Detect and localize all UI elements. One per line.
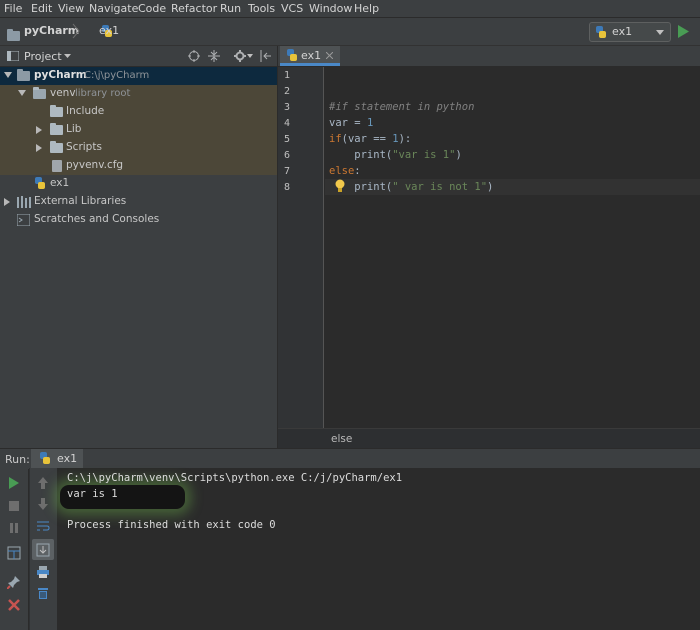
menu-window[interactable]: Window: [309, 2, 352, 15]
line-number: 3: [284, 102, 291, 113]
print-icon[interactable]: [36, 565, 50, 579]
run-tab-label: ex1: [57, 452, 78, 465]
close-icon[interactable]: [326, 52, 333, 59]
menu-code[interactable]: Code: [138, 2, 166, 15]
line-number: 5: [284, 134, 291, 145]
chevron-down-icon[interactable]: [247, 54, 253, 58]
scroll-to-end-icon: [36, 543, 50, 557]
menu-file[interactable]: File: [4, 2, 22, 15]
run-toolbar-primary: [0, 468, 28, 630]
console-command-line: C:\j\pyCharm\venv\Scripts\python.exe C:/…: [67, 472, 403, 484]
rerun-icon[interactable]: [7, 476, 21, 490]
run-config-select[interactable]: ex1: [589, 22, 671, 42]
python-file-icon: [34, 177, 46, 190]
gutter-divider: [323, 67, 324, 428]
folder-icon: [17, 69, 30, 81]
line-number: 6: [284, 150, 291, 161]
intention-bulb-icon[interactable]: [335, 179, 345, 193]
arrow-down-icon[interactable]: [36, 497, 50, 511]
run-tab-ex1[interactable]: ex1: [31, 449, 83, 469]
code-line-3: #if statement in python: [329, 101, 475, 113]
pause-icon[interactable]: [7, 521, 21, 535]
menu-help[interactable]: Help: [354, 2, 379, 15]
run-panel-label: Run:: [5, 453, 30, 466]
chevron-down-icon[interactable]: [64, 54, 71, 58]
tab-ex1[interactable]: ex1: [280, 46, 340, 66]
code-line-7: else:: [329, 165, 361, 177]
folder-icon: [33, 87, 46, 99]
line-number: 7: [284, 166, 291, 177]
code-line-6: print("var is 1"): [329, 149, 462, 161]
run-panel-header: Run: ex1: [0, 448, 700, 469]
menu-run[interactable]: Run: [220, 2, 241, 15]
menu-refactor[interactable]: Refactor: [171, 2, 217, 15]
editor-tab-bar: ex1: [278, 46, 700, 67]
folder-icon: [50, 123, 63, 135]
navigation-bar: pyCharm ex1 ex1: [0, 18, 700, 46]
locate-file-icon[interactable]: [188, 50, 200, 62]
tree-item-include[interactable]: Include: [0, 103, 277, 121]
menu-vcs[interactable]: VCS: [281, 2, 303, 15]
chevron-down-icon: [656, 30, 664, 35]
run-console[interactable]: C:\j\pyCharm\venv\Scripts\python.exe C:/…: [57, 468, 700, 630]
menu-view[interactable]: View: [58, 2, 84, 15]
stop-icon[interactable]: [7, 499, 21, 513]
console-exit-line: Process finished with exit code 0: [67, 519, 276, 531]
pin-icon[interactable]: [7, 575, 21, 589]
library-icon: [17, 196, 31, 208]
breadcrumb-item-else[interactable]: else: [331, 433, 352, 445]
menu-edit[interactable]: Edit: [31, 2, 52, 15]
tree-item-pycharm[interactable]: pyCharm C:\j\pyCharm: [0, 67, 277, 85]
menu-bar: File Edit View Navigate Code Refactor Ru…: [0, 0, 700, 18]
scroll-to-end-toggle[interactable]: [32, 539, 54, 560]
gear-icon[interactable]: [234, 50, 246, 62]
code-line-4: var = 1: [329, 117, 374, 129]
tab-label: ex1: [301, 49, 322, 62]
trash-icon[interactable]: [36, 586, 50, 600]
tree-item-pyvenv-cfg[interactable]: pyvenv.cfg: [0, 157, 277, 175]
run-toolbar-secondary: [29, 468, 57, 630]
nav-file-crumb[interactable]: ex1: [99, 24, 119, 37]
tree-item-lib[interactable]: Lib: [0, 121, 277, 139]
nav-project-crumb[interactable]: pyCharm: [24, 24, 79, 37]
project-panel-header: Project: [0, 46, 277, 67]
folder-icon: [7, 29, 20, 41]
python-file-icon: [286, 49, 298, 62]
layout-icon[interactable]: [7, 546, 21, 560]
editor-breadcrumb: else: [278, 428, 700, 449]
line-number: 1: [284, 70, 291, 81]
scratches-icon: [17, 214, 30, 226]
line-number: 4: [284, 118, 291, 129]
tree-item-scratches[interactable]: Scratches and Consoles: [0, 211, 277, 229]
code-line-8: print(" var is not 1"): [329, 181, 494, 193]
folder-icon: [50, 105, 63, 117]
line-number: 8: [284, 182, 291, 193]
tree-item-ex1[interactable]: ex1: [0, 175, 277, 193]
menu-navigate[interactable]: Navigate: [89, 2, 138, 15]
line-number: 2: [284, 86, 291, 97]
tree-item-scripts[interactable]: Scripts: [0, 139, 277, 157]
close-run-icon[interactable]: [7, 598, 21, 612]
line-number-gutter: 1 2 3 4 5 6 7 8: [278, 67, 324, 428]
soft-wrap-icon[interactable]: [36, 519, 50, 533]
console-output-line: var is 1: [67, 488, 118, 500]
project-panel: Project pyCharm C:\j\pyCharm venv librar…: [0, 46, 277, 448]
python-file-icon: [595, 26, 607, 39]
code-editor[interactable]: 1 2 3 4 5 6 7 8 #if statement in python …: [278, 67, 700, 428]
arrow-up-icon[interactable]: [36, 476, 50, 490]
breadcrumb-separator-icon: [72, 23, 80, 39]
collapse-all-icon[interactable]: [208, 50, 220, 62]
run-icon[interactable]: [678, 25, 689, 38]
config-file-icon: [52, 160, 62, 172]
python-file-icon: [39, 452, 51, 465]
tree-item-venv[interactable]: venv library root: [0, 85, 277, 103]
hide-panel-icon[interactable]: [260, 50, 272, 62]
code-line-5: if(var == 1):: [329, 133, 412, 145]
project-view-icon: [7, 51, 19, 61]
tree-item-external-libraries[interactable]: External Libraries: [0, 193, 277, 211]
run-config-label: ex1: [612, 25, 633, 38]
menu-tools[interactable]: Tools: [248, 2, 275, 15]
folder-icon: [50, 141, 63, 153]
project-panel-title[interactable]: Project: [24, 50, 62, 63]
